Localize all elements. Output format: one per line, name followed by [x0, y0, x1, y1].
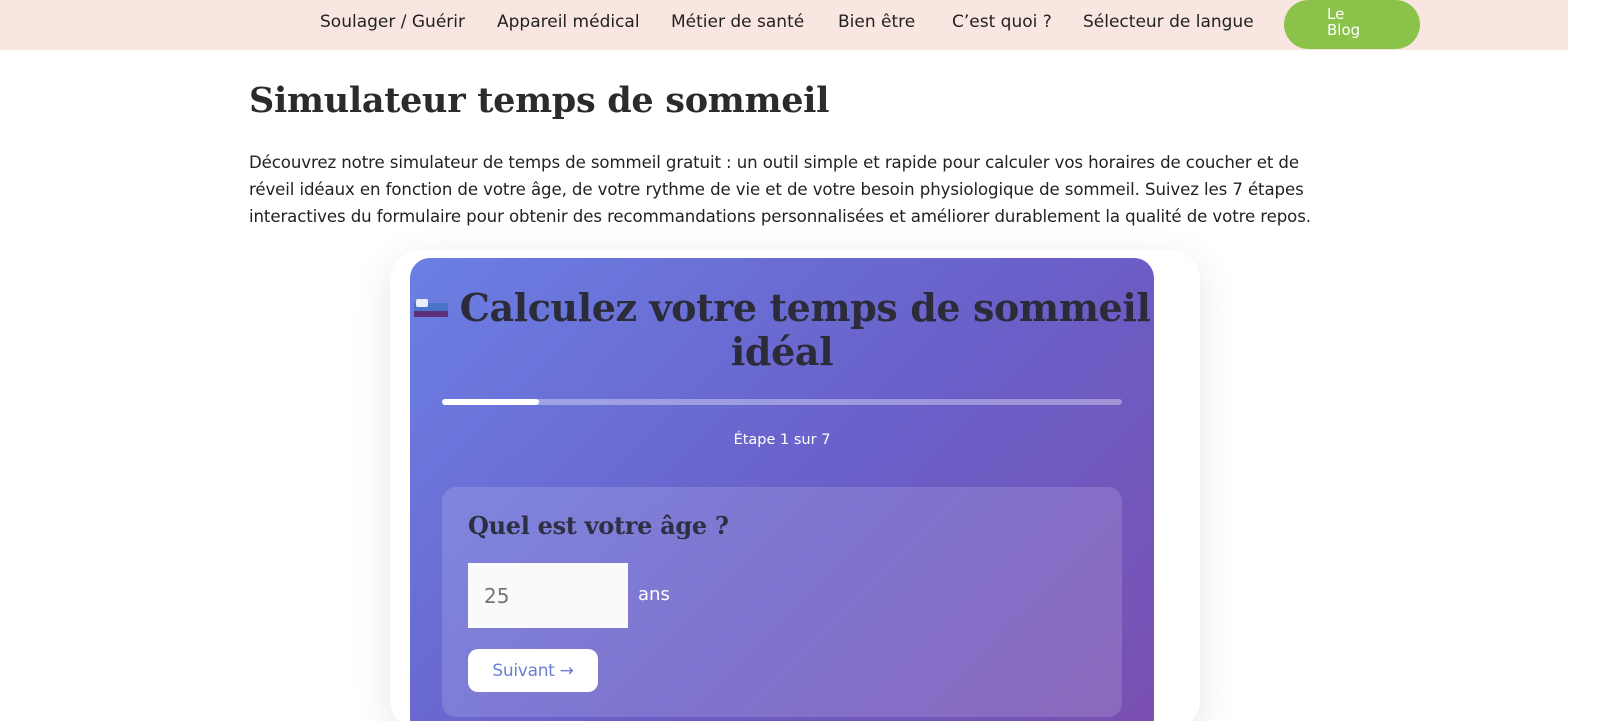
nav-item-cest-quoi[interactable]: C’est quoi ?: [952, 12, 1052, 32]
nav-item-appareil-medical[interactable]: Appareil médical: [497, 12, 640, 32]
top-navigation-bar: Soulager / Guérir Appareil médical Métie…: [0, 0, 1568, 50]
intro-paragraph: Découvrez notre simulateur de temps de s…: [249, 153, 1311, 226]
next-button[interactable]: Suivant →: [468, 649, 598, 692]
nav-item-language-selector[interactable]: Sélecteur de langue: [1083, 12, 1254, 32]
question-card: Quel est votre âge ? ans Suivant →: [442, 487, 1122, 717]
calculator-title: Calculez votre temps de sommeil idéal: [410, 286, 1154, 374]
bed-icon: [413, 297, 448, 319]
age-input[interactable]: [468, 563, 628, 628]
blog-button-line2: Blog: [1327, 21, 1361, 39]
page-title: Simulateur temps de sommeil: [249, 80, 830, 121]
age-unit-label: ans: [638, 584, 670, 605]
blog-button-line1: Le: [1327, 5, 1345, 23]
step-indicator: Étape 1 sur 7: [733, 432, 831, 448]
blog-button[interactable]: Le Blog: [1284, 0, 1420, 49]
question-label: Quel est votre âge ?: [468, 511, 729, 540]
progress-bar: [442, 399, 1122, 405]
nav-item-soulager-guerir[interactable]: Soulager / Guérir: [320, 12, 465, 32]
sleep-calculator-card: Calculez votre temps de sommeil idéal Ét…: [410, 258, 1154, 721]
progress-bar-fill: [442, 399, 540, 405]
nav-item-metier-de-sante[interactable]: Métier de santé: [671, 12, 804, 32]
nav-item-bien-etre[interactable]: Bien être: [838, 12, 915, 32]
calculator-title-text: Calculez votre temps de sommeil idéal: [459, 285, 1151, 374]
